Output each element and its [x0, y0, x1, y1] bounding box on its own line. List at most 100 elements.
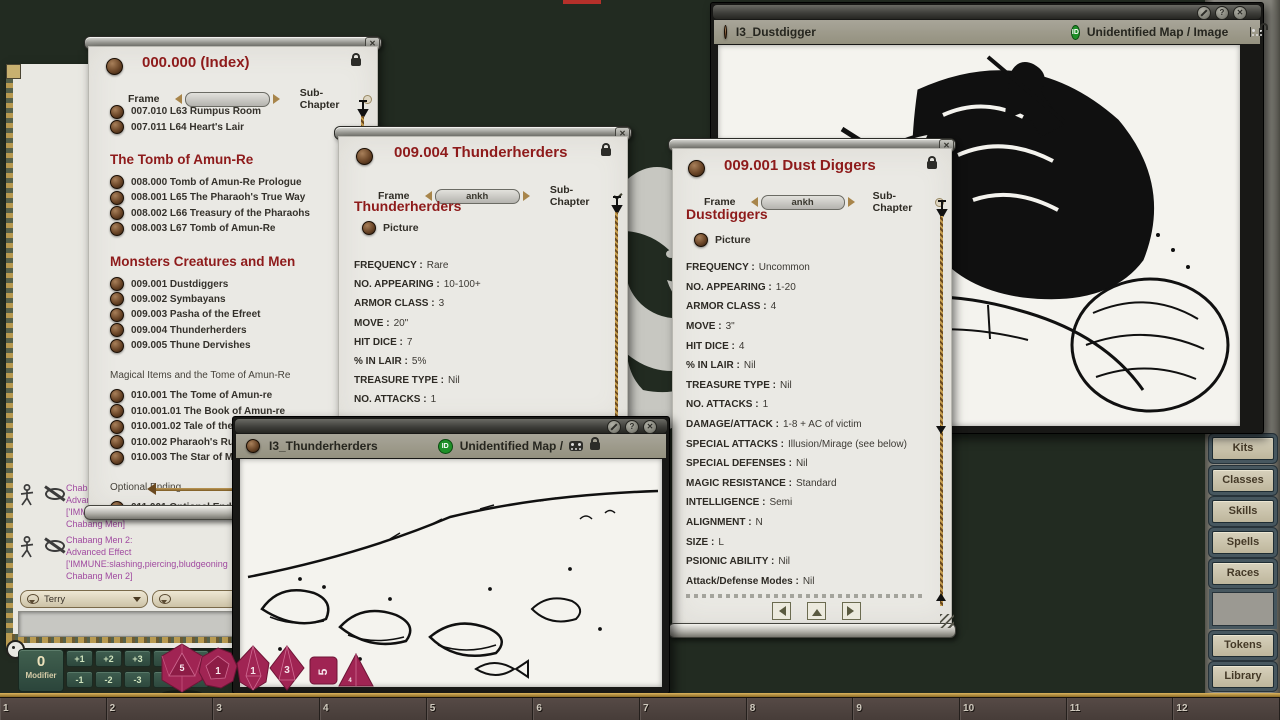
d12-die[interactable]: 1 — [199, 648, 237, 700]
record-knob-icon[interactable] — [110, 435, 124, 449]
index-entry[interactable]: Magical Items and the Tome of Amun-Re — [110, 353, 310, 388]
lock-icon[interactable] — [351, 58, 361, 66]
record-knob-icon[interactable] — [110, 206, 124, 220]
index-entry[interactable]: 008.000 Tomb of Amun-Re Prologue — [110, 175, 310, 190]
index-entry[interactable]: 009.005 Thune Dervishes — [110, 338, 310, 353]
hotkey-slot[interactable]: 1 — [0, 698, 107, 720]
thunderherders-image-drag-rod[interactable]: ? ✕ — [235, 419, 667, 433]
hotkey-slot[interactable]: 9 — [853, 698, 960, 720]
frame-next-icon[interactable] — [848, 197, 860, 207]
index-entry[interactable]: 009.003 Pasha of the Efreet — [110, 307, 310, 322]
hotkey-slot[interactable]: 4 — [320, 698, 427, 720]
record-knob-icon[interactable] — [110, 175, 124, 189]
index-record-knob-icon[interactable] — [106, 58, 123, 75]
modifier-button[interactable]: +3 — [124, 650, 151, 667]
frame-next-icon[interactable] — [273, 94, 285, 104]
sidebar-button-classes[interactable]: Classes — [1212, 469, 1274, 492]
record-knob-icon[interactable] — [110, 323, 124, 337]
mask-icon[interactable] — [1250, 27, 1251, 37]
record-knob-icon[interactable] — [110, 120, 124, 134]
dustdiggers-bottom-roll[interactable] — [668, 623, 956, 638]
picture-knob-icon[interactable] — [694, 233, 708, 247]
chat-text-input[interactable] — [18, 611, 238, 637]
index-entry[interactable]: 008.003 L67 Tomb of Amun-Re — [110, 221, 310, 236]
combatant-figure-icon[interactable] — [18, 536, 36, 558]
lock-icon[interactable] — [601, 148, 611, 156]
sidebar-button-kits[interactable]: Kits — [1212, 437, 1274, 460]
record-knob-icon[interactable] — [110, 191, 124, 205]
record-knob-icon[interactable] — [110, 420, 124, 434]
modifier-button[interactable]: -1 — [66, 671, 93, 688]
hotkey-slot[interactable]: 12 — [1173, 698, 1280, 720]
scroll-thumb-bottom-icon[interactable] — [936, 588, 946, 601]
sidebar-button-skills[interactable]: Skills — [1212, 500, 1274, 523]
index-entry[interactable]: Monsters Creatures and Men — [110, 236, 310, 276]
index-entry[interactable]: 008.002 L66 Treasury of the Pharaohs — [110, 206, 310, 221]
nav-up-button[interactable] — [807, 602, 826, 620]
modifier-button[interactable]: +1 — [66, 650, 93, 667]
thunderherders-scrollbar[interactable] — [615, 212, 618, 424]
record-knob-icon[interactable] — [110, 389, 124, 403]
tracker-entry[interactable]: Chabang Men 2:Advanced Effect['IMMUNE:sl… — [66, 534, 228, 582]
d8-die[interactable]: 3 — [270, 646, 304, 700]
scroll-thumb-top-icon[interactable] — [936, 426, 946, 439]
frame-prev-icon[interactable] — [170, 94, 182, 104]
record-knob-icon[interactable] — [246, 439, 260, 453]
modifier-button[interactable]: +2 — [95, 650, 122, 667]
index-entry[interactable]: 009.001 Dustdiggers — [110, 276, 310, 291]
picture-knob-icon[interactable] — [362, 221, 376, 235]
frame-next-icon[interactable] — [523, 191, 535, 201]
index-entry[interactable]: 008.001 L65 The Pharaoh's True Way — [110, 190, 310, 205]
dustdigger-image-titlebar[interactable]: I3_Dustdigger ID Unidentified Map / Imag… — [714, 20, 1260, 44]
close-icon[interactable]: ✕ — [643, 420, 657, 434]
record-knob-icon[interactable] — [110, 222, 124, 236]
record-knob-icon[interactable] — [110, 404, 124, 418]
index-entry[interactable]: 010.001 The Tome of Amun-re — [110, 388, 310, 403]
record-knob-icon[interactable] — [110, 308, 124, 322]
help-icon[interactable]: ? — [625, 420, 639, 434]
draw-tool-icon[interactable] — [607, 420, 621, 434]
back-arrow[interactable] — [150, 488, 236, 491]
lock-icon[interactable] — [590, 442, 600, 450]
hidden-eye-icon[interactable] — [44, 537, 66, 553]
hotkey-slot[interactable]: 6 — [533, 698, 640, 720]
chat-emote-dropdown[interactable] — [152, 590, 240, 608]
modifier-button[interactable]: -3 — [124, 671, 151, 688]
close-icon[interactable]: ✕ — [1233, 6, 1247, 20]
hidden-eye-icon[interactable] — [44, 485, 66, 501]
hotkey-slot[interactable]: 2 — [107, 698, 214, 720]
hotkey-slot[interactable]: 3 — [213, 698, 320, 720]
identified-badge[interactable]: ID — [438, 439, 453, 454]
index-entry[interactable]: 007.010 L63 Rumpus Room — [110, 104, 310, 119]
picture-link[interactable]: Picture — [694, 233, 751, 247]
record-knob-icon[interactable] — [110, 292, 124, 306]
hotkey-slot[interactable]: 11 — [1067, 698, 1174, 720]
record-knob-icon[interactable] — [110, 451, 124, 465]
dustdiggers-scrollbar[interactable] — [940, 216, 943, 606]
sidebar-button-races[interactable]: Races — [1212, 562, 1274, 585]
index-entry[interactable]: 009.004 Thunderherders — [110, 323, 310, 338]
index-entry[interactable]: 009.002 Symbayans — [110, 292, 310, 307]
combatant-figure-icon[interactable] — [18, 484, 36, 506]
resize-grip[interactable] — [940, 614, 954, 628]
record-knob-icon[interactable] — [110, 105, 124, 119]
sidebar-button-library[interactable]: Library — [1212, 665, 1274, 688]
record-knob-icon[interactable] — [356, 148, 373, 165]
hotkey-slot[interactable]: 8 — [747, 698, 854, 720]
nav-next-button[interactable] — [842, 602, 861, 620]
identified-badge[interactable]: ID — [1071, 25, 1080, 40]
record-knob-icon[interactable] — [110, 339, 124, 353]
frame-value-slider[interactable]: ankh — [761, 195, 845, 210]
hotkey-slot[interactable]: 5 — [427, 698, 534, 720]
dustdigger-image-drag-rod[interactable]: ? ✕ — [713, 5, 1261, 19]
lock-icon[interactable] — [927, 161, 937, 169]
modifier-button[interactable]: -2 — [95, 671, 122, 688]
thunderherders-image-titlebar[interactable]: I3_Thunderherders ID Unidentified Map / — [236, 434, 666, 458]
nav-previous-button[interactable] — [772, 602, 791, 620]
d20-die[interactable]: 5 — [161, 644, 203, 698]
index-entry[interactable]: The Tomb of Amun-Re — [110, 135, 310, 175]
draw-tool-icon[interactable] — [1197, 6, 1211, 20]
record-knob-icon[interactable] — [110, 277, 124, 291]
chat-identity-dropdown[interactable]: Terry — [20, 590, 148, 608]
modifier-box[interactable]: 0 Modifier — [18, 649, 64, 692]
